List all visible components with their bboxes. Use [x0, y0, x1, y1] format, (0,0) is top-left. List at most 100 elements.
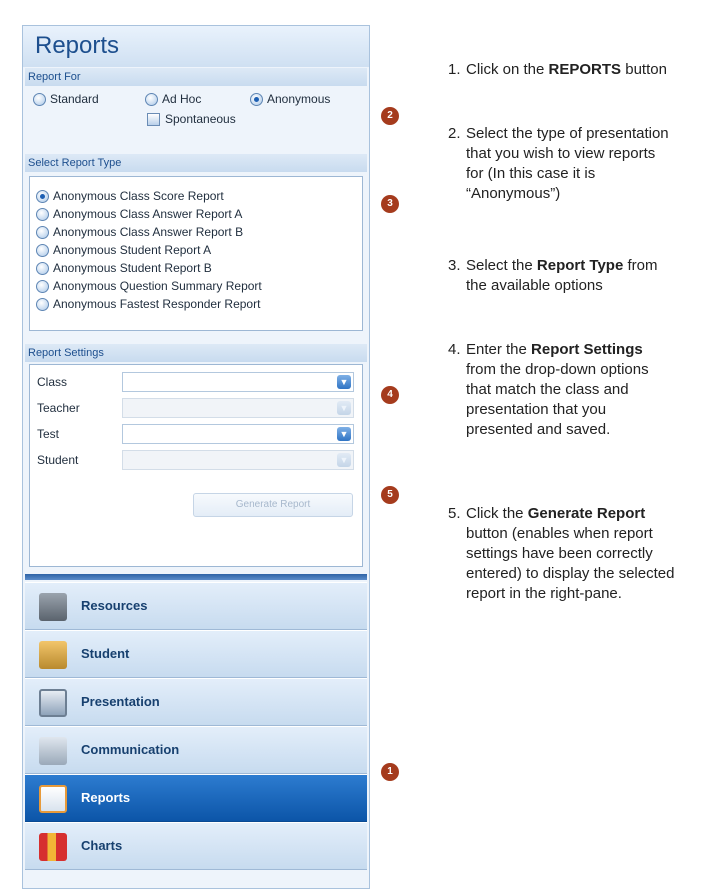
step-text-pre: Select the: [466, 257, 537, 274]
radio-icon: [36, 243, 49, 257]
chevron-down-icon[interactable]: ▼: [337, 427, 351, 441]
nav-student[interactable]: Student: [25, 630, 367, 678]
report-settings-header: Report Settings: [25, 344, 367, 362]
nav-reports[interactable]: Reports: [25, 774, 367, 822]
radio-ad-hoc-label: Ad Hoc: [162, 92, 202, 106]
step-text-pre: Enter the: [466, 341, 532, 358]
step-number: 2.: [448, 125, 461, 142]
report-type-item[interactable]: Anonymous Student Report B: [36, 261, 212, 275]
step-badge-3: 3: [381, 195, 399, 213]
checkbox-spontaneous-icon: [147, 112, 160, 126]
radio-icon: [36, 279, 49, 293]
nav-label: Student: [81, 646, 130, 661]
class-label: Class: [37, 375, 68, 389]
nav-label: Communication: [81, 742, 180, 757]
chevron-down-icon[interactable]: ▼: [337, 375, 351, 389]
step-text-pre: Select the type of presentation that you…: [466, 125, 669, 202]
report-type-label: Anonymous Class Score Report: [53, 189, 224, 203]
report-settings-box: Class ▼ Teacher ▼ Test ▼ Student ▼ Gener…: [29, 364, 363, 567]
test-select[interactable]: ▼: [122, 424, 354, 444]
step-number: 5.: [448, 505, 461, 522]
step-text: Select the type of presentation that you…: [466, 124, 676, 204]
radio-standard[interactable]: Standard: [33, 92, 99, 106]
panel-title-bar: Reports: [23, 26, 369, 67]
report-type-item[interactable]: Anonymous Class Answer Report A: [36, 207, 242, 221]
radio-anonymous-icon: [250, 92, 263, 106]
radio-ad-hoc[interactable]: Ad Hoc: [145, 92, 201, 106]
checkbox-spontaneous-label: Spontaneous: [165, 112, 236, 126]
reports-panel: Reports Report For Standard Ad Hoc Anony…: [22, 25, 370, 889]
step-number: 3.: [448, 257, 461, 274]
radio-standard-icon: [33, 92, 46, 106]
report-type-label: Anonymous Class Answer Report B: [53, 225, 244, 239]
report-type-item[interactable]: Anonymous Class Answer Report B: [36, 225, 243, 239]
nav-label: Resources: [81, 598, 148, 613]
teacher-select[interactable]: ▼: [122, 398, 354, 418]
splitter-grip[interactable]: [25, 574, 367, 580]
step-text: Enter the Report Settings from the drop-…: [466, 340, 676, 440]
report-type-list: Anonymous Class Score Report Anonymous C…: [29, 176, 363, 331]
radio-anonymous[interactable]: Anonymous: [250, 92, 330, 106]
select-report-type-header: Select Report Type: [25, 154, 367, 172]
teacher-label: Teacher: [37, 401, 80, 415]
report-type-item[interactable]: Anonymous Question Summary Report: [36, 279, 262, 293]
radio-icon: [36, 225, 49, 239]
resources-icon: [39, 593, 67, 621]
test-label: Test: [37, 427, 60, 441]
step-number: 1.: [448, 61, 461, 78]
step-text-pre: Click the: [466, 505, 528, 522]
report-type-label: Anonymous Student Report A: [53, 243, 212, 257]
step-text: Select the Report Type from the availabl…: [466, 256, 676, 296]
reports-icon: [39, 785, 67, 813]
nav-label: Presentation: [81, 694, 160, 709]
radio-icon: [36, 189, 49, 203]
nav-label: Reports: [81, 790, 131, 805]
step-text-bold: Report Settings: [531, 341, 643, 358]
nav-presentation[interactable]: Presentation: [25, 678, 367, 726]
step-badge-4: 4: [381, 386, 399, 404]
nav-label: Charts: [81, 838, 123, 853]
report-type-item[interactable]: Anonymous Fastest Responder Report: [36, 297, 260, 311]
report-type-label: Anonymous Question Summary Report: [53, 279, 262, 293]
student-select[interactable]: ▼: [122, 450, 354, 470]
step-text: Click on the REPORTS button: [466, 60, 676, 80]
step-badge-1: 1: [381, 763, 399, 781]
report-type-label: Anonymous Student Report B: [53, 261, 212, 275]
step-text-bold: REPORTS: [548, 61, 622, 78]
radio-icon: [36, 207, 49, 221]
report-type-item[interactable]: Anonymous Class Score Report: [36, 189, 224, 203]
checkbox-spontaneous[interactable]: Spontaneous: [147, 112, 236, 126]
student-label: Student: [37, 453, 79, 467]
step-text-bold: Report Type: [536, 257, 624, 274]
report-type-label: Anonymous Class Answer Report A: [53, 207, 243, 221]
nav-resources[interactable]: Resources: [25, 582, 367, 630]
radio-anonymous-label: Anonymous: [267, 92, 331, 106]
step-number: 4.: [448, 341, 461, 358]
report-type-label: Anonymous Fastest Responder Report: [53, 297, 261, 311]
nav-communication[interactable]: Communication: [25, 726, 367, 774]
step-text-post: button (enables when report settings hav…: [466, 525, 675, 602]
step-text-pre: Click on the: [466, 61, 549, 78]
step-text-post: button: [621, 61, 667, 78]
class-select[interactable]: ▼: [122, 372, 354, 392]
radio-standard-label: Standard: [50, 92, 99, 106]
step-badge-5: 5: [381, 486, 399, 504]
step-text-bold: Generate Report: [527, 505, 646, 522]
presentation-icon: [39, 689, 67, 717]
panel-title: Reports: [35, 32, 120, 59]
student-icon: [39, 641, 67, 669]
step-text-post: from the drop-down options that match th…: [466, 361, 649, 438]
charts-icon: [39, 833, 67, 861]
report-for-header: Report For: [25, 68, 367, 86]
radio-icon: [36, 297, 49, 311]
chevron-down-icon[interactable]: ▼: [337, 401, 351, 415]
radio-icon: [36, 261, 49, 275]
chevron-down-icon[interactable]: ▼: [337, 453, 351, 467]
step-badge-2: 2: [381, 107, 399, 125]
generate-report-button[interactable]: Generate Report: [193, 493, 353, 517]
communication-icon: [39, 737, 67, 765]
step-text: Click the Generate Report button (enable…: [466, 504, 676, 604]
nav-charts[interactable]: Charts: [25, 822, 367, 870]
radio-ad-hoc-icon: [145, 92, 158, 106]
report-type-item[interactable]: Anonymous Student Report A: [36, 243, 211, 257]
